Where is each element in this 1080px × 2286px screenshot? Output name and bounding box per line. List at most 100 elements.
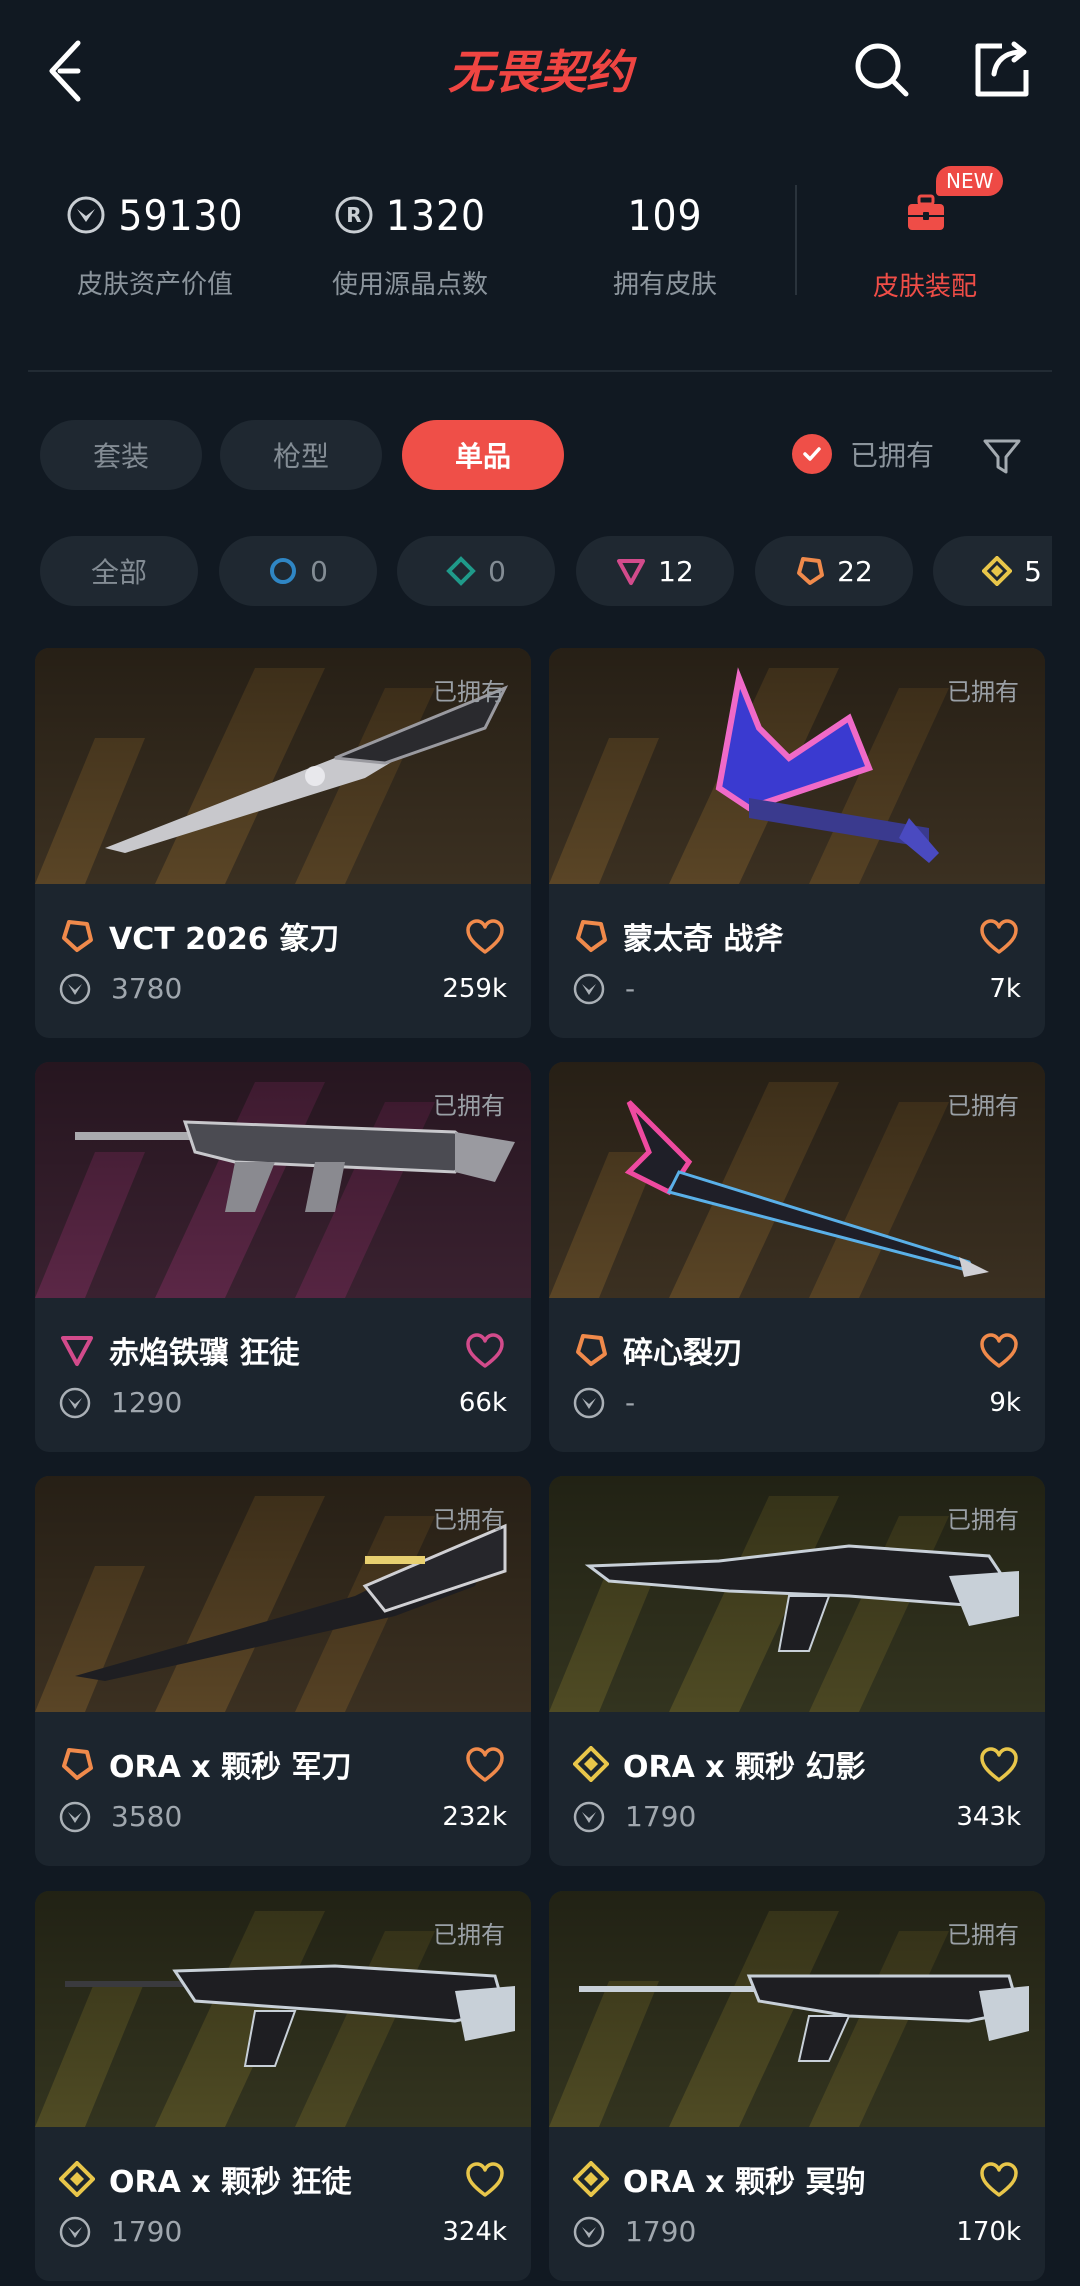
skin-card[interactable]: 已拥有 ORA x 颗秒 狂徒 1790 324k [35, 1891, 531, 2281]
heart-icon[interactable] [465, 1746, 505, 1784]
chip-deluxe-tier[interactable]: 0 [397, 536, 555, 606]
ultra-tier-icon [573, 2161, 609, 2197]
like-count: 170k [956, 2217, 1021, 2247]
owned-tag: 已拥有 [433, 1092, 505, 1120]
skin-loadout-button[interactable]: NEW 皮肤装配 [820, 166, 1030, 310]
exclusive-tier-icon [576, 1334, 607, 1366]
stat-asset-value: 59130 皮肤资产价值 [25, 170, 285, 310]
skin-price: 1790 [111, 2215, 183, 2248]
skin-image: 已拥有 [549, 1062, 1045, 1298]
valorant-points-icon [59, 2216, 91, 2247]
radianite-icon: R [335, 196, 373, 234]
chip-ultra-tier[interactable]: 5 [933, 536, 1052, 606]
ultra-tier-count: 5 [1024, 554, 1042, 588]
checkbox-checked-icon [792, 434, 832, 474]
stat-owned-skins: 109 拥有皮肤 [535, 170, 795, 310]
stat-radianite: R 1320 使用源晶点数 [280, 170, 540, 310]
exclusive-tier-icon [576, 920, 607, 952]
premium-tier-icon [61, 1336, 93, 1366]
valorant-points-icon [59, 1387, 91, 1418]
ultra-tier-icon [573, 1746, 609, 1782]
owned-count-label: 拥有皮肤 [612, 270, 717, 300]
valorant-points-icon [67, 196, 105, 234]
like-count: 259k [442, 974, 507, 1004]
stats-bar: 59130 皮肤资产价值 R 1320 使用源晶点数 109 拥有皮肤 NEW … [0, 166, 1080, 320]
like-count: 343k [956, 1802, 1021, 1832]
skin-card[interactable]: 已拥有 碎心裂刃 - 9k [549, 1062, 1045, 1452]
header: 无畏契约 [0, 0, 1080, 150]
search-icon [855, 43, 909, 97]
select-tier-count: 0 [310, 554, 328, 588]
owned-tag: 已拥有 [947, 1506, 1019, 1534]
premium-tier-icon [617, 559, 646, 585]
ultra-tier-icon [59, 2161, 95, 2197]
like-count: 9k [989, 1388, 1021, 1418]
search-button[interactable] [852, 40, 912, 100]
skin-name: ORA x 颗秒 冥驹 [623, 2165, 866, 2200]
skin-card[interactable]: 已拥有 VCT 2026 篆刀 3780 259k [35, 648, 531, 1038]
chip-exclusive-tier[interactable]: 22 [755, 536, 913, 606]
chip-select-tier[interactable]: 0 [219, 536, 377, 606]
skin-image: 已拥有 [549, 1476, 1045, 1712]
svg-text:R: R [346, 203, 361, 227]
heart-icon[interactable] [465, 1332, 505, 1370]
skin-price: 1790 [625, 1800, 697, 1833]
heart-icon[interactable] [979, 918, 1019, 956]
deluxe-tier-count: 0 [488, 554, 506, 588]
skin-image: 已拥有 [35, 648, 531, 884]
tab-single-items[interactable]: 单品 [402, 420, 564, 490]
owned-tag: 已拥有 [947, 678, 1019, 706]
back-button[interactable] [40, 35, 100, 105]
asset-value-label: 皮肤资产价值 [76, 270, 233, 300]
share-button[interactable] [972, 38, 1032, 100]
heart-icon[interactable] [979, 2161, 1019, 2199]
valorant-points-icon [59, 1801, 91, 1832]
skin-image: 已拥有 [35, 1476, 531, 1712]
heart-icon[interactable] [979, 1746, 1019, 1784]
valorant-points-icon [573, 2216, 605, 2247]
valorant-points-icon [59, 973, 91, 1004]
heart-icon[interactable] [979, 1332, 1019, 1370]
skin-name: ORA x 颗秒 军刀 [109, 1750, 352, 1785]
skin-image: 已拥有 [35, 1062, 531, 1298]
radianite-label: 使用源晶点数 [331, 270, 488, 300]
heart-icon[interactable] [465, 2161, 505, 2199]
tab-weapon-type[interactable]: 枪型 [220, 420, 382, 490]
section-divider [28, 370, 1052, 372]
skin-price: 1790 [625, 2215, 697, 2248]
divider [795, 185, 797, 295]
app-logo: 无畏契约 [448, 45, 637, 99]
owned-count: 109 [627, 190, 703, 240]
skin-price: 3580 [111, 1800, 183, 1833]
filter-button[interactable] [982, 436, 1022, 476]
skin-card[interactable]: 已拥有 蒙太奇 战斧 - 7k [549, 648, 1045, 1038]
owned-tag: 已拥有 [433, 1921, 505, 1949]
skin-name: 赤焰铁骥 狂徒 [109, 1336, 300, 1371]
chevron-left-icon [49, 40, 81, 102]
heart-icon[interactable] [465, 918, 505, 956]
owned-filter-toggle[interactable]: 已拥有 [792, 434, 934, 474]
skin-price: 1290 [111, 1386, 183, 1419]
new-badge: NEW [936, 166, 1004, 196]
skin-price: 3780 [111, 972, 183, 1005]
valorant-points-icon [573, 1801, 605, 1832]
owned-tag: 已拥有 [433, 678, 505, 706]
rarity-filter-chips: 全部 0 0 12 22 5 [0, 536, 1052, 608]
skin-card[interactable]: 已拥有 ORA x 颗秒 军刀 3580 232k [35, 1476, 531, 1866]
radianite-value: 1320 [385, 190, 487, 240]
skin-card[interactable]: 已拥有 ORA x 颗秒 幻影 1790 343k [549, 1476, 1045, 1866]
chip-all[interactable]: 全部 [40, 536, 198, 606]
like-count: 232k [442, 1802, 507, 1832]
owned-tag: 已拥有 [947, 1921, 1019, 1949]
skin-price: - [625, 972, 636, 1005]
tab-sets[interactable]: 套装 [40, 420, 202, 490]
valorant-points-icon [573, 1387, 605, 1418]
skin-card[interactable]: 已拥有 ORA x 颗秒 冥驹 1790 170k [549, 1891, 1045, 2281]
chip-premium-tier[interactable]: 12 [576, 536, 734, 606]
skin-name: 蒙太奇 战斧 [623, 922, 784, 957]
valorant-points-icon [573, 973, 605, 1004]
exclusive-tier-icon [62, 920, 93, 952]
skin-image: 已拥有 [549, 648, 1045, 884]
premium-tier-count: 12 [658, 554, 694, 588]
skin-card[interactable]: 已拥有 赤焰铁骥 狂徒 1290 66k [35, 1062, 531, 1452]
